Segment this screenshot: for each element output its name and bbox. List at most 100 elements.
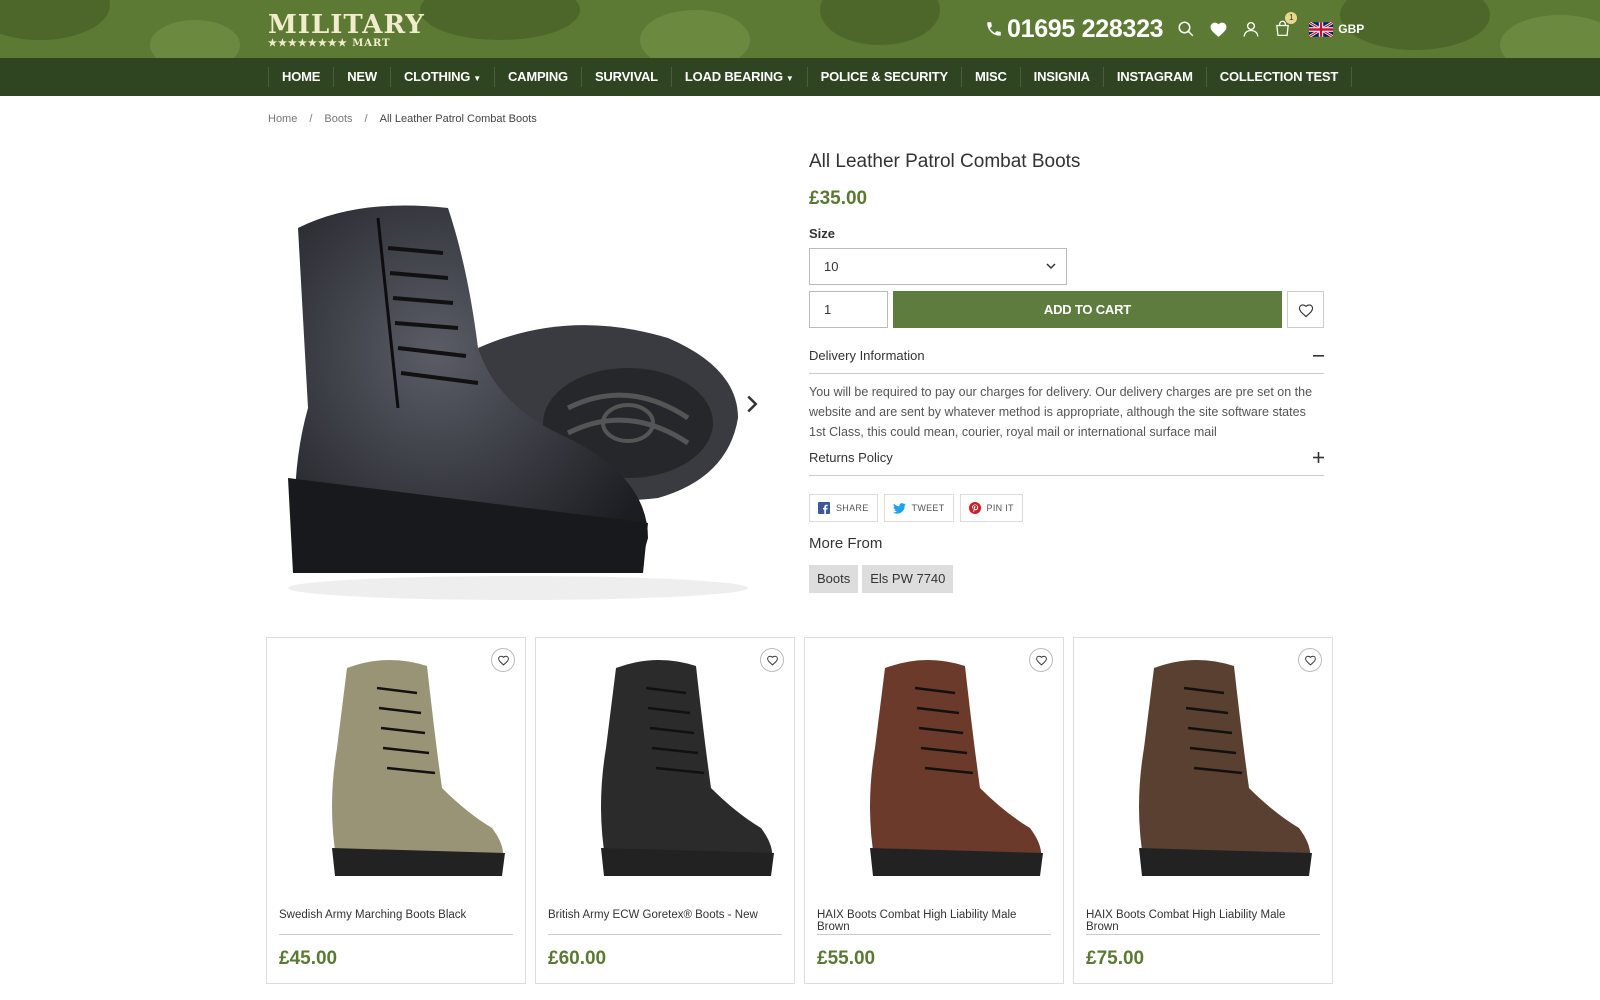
product-card-image[interactable] (277, 648, 515, 888)
nav-item-label: HOME (282, 69, 321, 84)
breadcrumb-separator: / (309, 113, 313, 125)
account-button[interactable] (1242, 20, 1260, 38)
pinterest-icon (968, 502, 981, 514)
heart-icon (1210, 22, 1227, 37)
phone-icon (987, 22, 1001, 36)
camo-pattern (420, 0, 580, 40)
plus-icon (1313, 452, 1324, 463)
breadcrumb-current: All Leather Patrol Combat Boots (379, 113, 537, 125)
nav-item-label: MISC (974, 69, 1007, 84)
facebook-share-button[interactable]: SHARE (809, 494, 878, 522)
search-icon (1178, 21, 1194, 37)
add-to-wishlist-button[interactable] (1287, 291, 1324, 328)
divider (817, 934, 1051, 935)
pinterest-share-button[interactable]: PIN IT (959, 494, 1023, 522)
share-buttons: SHARE TWEET PIN IT (809, 494, 1324, 522)
nav-item-clothing[interactable]: CLOTHING ▼ (389, 67, 494, 87)
heart-outline-icon (497, 655, 509, 666)
product-card[interactable]: Swedish Army Marching Boots Black £45.00 (266, 637, 526, 984)
product-card[interactable]: HAIX Boots Combat High Liability Male Br… (1073, 637, 1333, 984)
nav-item-label: NEW (347, 69, 377, 84)
product-card-price: £75.00 (1086, 948, 1145, 969)
quantity-input[interactable]: 1 (809, 291, 888, 328)
chevron-right-icon (747, 395, 758, 413)
twitter-share-button[interactable]: TWEET (883, 494, 954, 522)
search-button[interactable] (1177, 20, 1195, 38)
size-label: Size (809, 226, 836, 241)
card-wishlist-button[interactable] (1298, 648, 1322, 672)
breadcrumb-category[interactable]: Boots (324, 113, 352, 125)
nav-item-camping[interactable]: CAMPING (493, 67, 581, 87)
add-to-cart-button[interactable]: ADD TO CART (892, 291, 1283, 328)
product-info: All Leather Patrol Combat Boots £35.00 S… (809, 150, 1324, 593)
product-price: £35.00 (809, 188, 868, 209)
caret-down-icon: ▼ (785, 74, 794, 83)
uk-flag-icon (1309, 21, 1334, 37)
product-card-name[interactable]: HAIX Boots Combat High Liability Male Br… (817, 909, 1051, 933)
breadcrumb-home[interactable]: Home (268, 113, 297, 125)
returns-accordion-header[interactable]: Returns Policy (809, 446, 1324, 476)
nav-item-misc[interactable]: MISC (960, 67, 1020, 87)
phone-text: 01695 228323 (1007, 14, 1164, 43)
size-select[interactable]: 10 (809, 248, 1067, 285)
nav-item-label: INSIGNIA (1033, 69, 1090, 84)
nav-item-label: SURVIVAL (594, 69, 658, 84)
nav-item-insignia[interactable]: INSIGNIA (1019, 67, 1103, 87)
nav-item-survival[interactable]: SURVIVAL (580, 67, 671, 87)
nav-item-collection-test[interactable]: COLLECTION TEST (1205, 67, 1353, 87)
facebook-share-label: SHARE (836, 503, 869, 513)
caret-down-icon: ▼ (473, 74, 481, 83)
nav-item-police-security[interactable]: POLICE & SECURITY (806, 67, 961, 87)
chevron-down-icon (1046, 263, 1056, 270)
twitter-share-label: TWEET (911, 503, 945, 513)
nav-item-label: INSTAGRAM (1116, 69, 1193, 84)
heart-outline-icon (766, 655, 778, 666)
nav-item-load-bearing[interactable]: LOAD BEARING ▼ (670, 67, 807, 87)
delivery-title: Delivery Information (809, 348, 925, 363)
product-main-image[interactable] (268, 178, 768, 608)
product-card-price: £45.00 (279, 948, 338, 969)
nav-item-label: LOAD BEARING (684, 69, 783, 84)
site-logo[interactable]: MILITARY ★★★★★★★★ MART (268, 12, 425, 50)
logo-text: MILITARY (268, 10, 425, 40)
card-wishlist-button[interactable] (1029, 648, 1053, 672)
image-next-button[interactable] (744, 394, 760, 419)
tag-els-pw-7740[interactable]: Els PW 7740 (862, 565, 954, 593)
breadcrumb: Home / Boots / All Leather Patrol Combat… (268, 113, 537, 125)
minus-icon (1313, 354, 1324, 357)
nav-list: HOME NEW CLOTHING ▼ CAMPING SURVIVAL LOAD BEAR… (268, 58, 1353, 96)
divider (1086, 934, 1320, 935)
camo-pattern (640, 10, 750, 58)
product-card-image[interactable] (1084, 648, 1322, 888)
product-card-name[interactable]: HAIX Boots Combat High Liability Male Br… (1086, 909, 1320, 933)
camo-pattern (0, 0, 110, 40)
product-card-name[interactable]: British Army ECW Goretex® Boots - New (548, 909, 782, 921)
nav-item-home[interactable]: HOME (268, 67, 333, 87)
nav-item-new[interactable]: NEW (333, 67, 390, 87)
more-from-title: More From (809, 535, 883, 552)
related-products: Swedish Army Marching Boots Black £45.00 B… (266, 637, 1342, 984)
currency-selector[interactable]: GBP (1309, 21, 1364, 37)
tag-boots[interactable]: Boots (809, 565, 859, 593)
returns-title: Returns Policy (809, 450, 893, 465)
product-card[interactable]: HAIX Boots Combat High Liability Male Br… (804, 637, 1064, 984)
wishlist-button[interactable] (1209, 20, 1228, 38)
nav-item-label: POLICE & SECURITY (820, 69, 949, 84)
card-wishlist-button[interactable] (760, 648, 784, 672)
more-from-tags: Boots Els PW 7740 (809, 565, 1324, 593)
twitter-icon (892, 502, 906, 514)
product-card-image[interactable] (546, 648, 784, 888)
camo-pattern (1500, 15, 1600, 58)
product-card[interactable]: British Army ECW Goretex® Boots - New £60… (535, 637, 795, 984)
product-card-price: £55.00 (817, 948, 876, 969)
nav-item-instagram[interactable]: INSTAGRAM (1102, 67, 1206, 87)
cart-button[interactable]: 1 (1274, 12, 1298, 38)
product-card-name[interactable]: Swedish Army Marching Boots Black (279, 909, 513, 921)
nav-item-label: COLLECTION TEST (1219, 69, 1339, 84)
card-wishlist-button[interactable] (491, 648, 515, 672)
product-card-image[interactable] (815, 648, 1053, 888)
nav-item-label: CAMPING (507, 69, 568, 84)
camo-pattern (150, 20, 240, 58)
phone-number[interactable]: 01695 228323 (985, 14, 1164, 44)
delivery-accordion-header[interactable]: Delivery Information (809, 344, 1324, 374)
